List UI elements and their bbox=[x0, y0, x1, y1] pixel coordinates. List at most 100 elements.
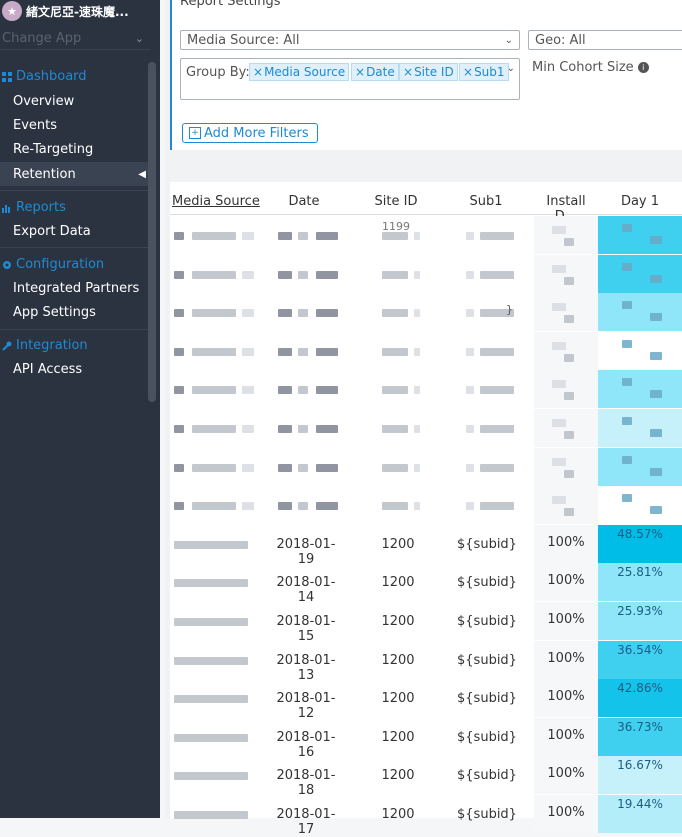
remove-chip-icon[interactable]: × bbox=[463, 65, 473, 79]
site-id-cell: 1200 bbox=[381, 729, 415, 745]
chevron-down-icon: ⌄ bbox=[504, 34, 513, 46]
date-cell: 2018-01-13 bbox=[276, 652, 336, 683]
redacted-text bbox=[316, 463, 338, 472]
group-by-select[interactable]: Group By: × Media Source × Date × Site ID ×… bbox=[180, 58, 520, 100]
geo-select[interactable]: Geo: All bbox=[528, 30, 682, 50]
day1-cell bbox=[598, 486, 682, 525]
site-id-cell: 1200 bbox=[381, 691, 415, 707]
section-reports-label: Reports bbox=[16, 199, 66, 215]
install-day-cell: 100% bbox=[534, 756, 598, 795]
sidebar-item-label: Export Data bbox=[13, 223, 91, 239]
table-row[interactable]: 2018-01-18 1200 ${subid} 100% 16.67% bbox=[170, 756, 682, 798]
remove-chip-icon[interactable]: × bbox=[355, 65, 365, 79]
column-header-sub1[interactable]: Sub1 bbox=[456, 194, 516, 209]
table-row-redacted[interactable] bbox=[170, 254, 682, 293]
sidebar-item-label: Overview bbox=[13, 93, 75, 109]
sidebar-item-label: Re-Targeting bbox=[13, 141, 94, 157]
redacted-text bbox=[242, 502, 254, 511]
redacted-text bbox=[650, 351, 662, 360]
redacted-text bbox=[414, 232, 420, 240]
column-header-day1[interactable]: Day 1 bbox=[598, 194, 682, 209]
column-header-date[interactable]: Date bbox=[274, 194, 334, 209]
site-id-cell: 1200 bbox=[381, 652, 415, 668]
redacted-text bbox=[192, 386, 236, 395]
table-row[interactable]: 2018-01-12 1200 ${subid} 100% 42.86% bbox=[170, 679, 682, 721]
table-row-redacted[interactable]: } bbox=[170, 293, 682, 332]
sub1-cell: ${subid} bbox=[457, 807, 517, 822]
redacted-text bbox=[174, 309, 184, 318]
table-row[interactable]: 2018-01-14 1200 ${subid} 100% 25.81% bbox=[170, 563, 682, 605]
redacted-text bbox=[382, 425, 408, 433]
column-header-site-id[interactable]: Site ID bbox=[366, 194, 426, 209]
redacted-text bbox=[174, 502, 184, 511]
change-app-dropdown[interactable]: Change App ⌄ bbox=[0, 28, 150, 50]
table-row[interactable]: 2018-01-13 1200 ${subid} 100% 36.54% bbox=[170, 640, 682, 683]
divider bbox=[0, 247, 150, 248]
sidebar-scrollbar[interactable] bbox=[148, 62, 156, 402]
table-row-redacted[interactable] bbox=[170, 331, 682, 370]
redacted-text bbox=[552, 380, 566, 389]
table-row-redacted[interactable] bbox=[170, 447, 682, 486]
sidebar-item-retargeting[interactable]: Re-Targeting bbox=[0, 137, 150, 161]
table-row-redacted[interactable] bbox=[170, 486, 682, 525]
date-cell: 2018-01-14 bbox=[276, 575, 336, 606]
redacted-text bbox=[466, 463, 474, 472]
app-avatar: ★ bbox=[2, 1, 22, 21]
sidebar-item-events[interactable]: Events bbox=[0, 113, 150, 137]
redacted-text bbox=[192, 425, 236, 433]
add-more-filters-button[interactable]: + Add More Filters bbox=[182, 123, 318, 143]
redacted-text bbox=[622, 494, 632, 503]
redacted-text bbox=[480, 232, 514, 240]
redacted-text bbox=[174, 425, 184, 433]
table-row-redacted[interactable] bbox=[170, 409, 682, 447]
sidebar-item-overview[interactable]: Overview bbox=[0, 89, 150, 113]
table-row-redacted[interactable] bbox=[170, 370, 682, 409]
redacted-text bbox=[552, 341, 566, 350]
redacted-text bbox=[242, 386, 254, 395]
group-by-chip[interactable]: × Site ID bbox=[399, 63, 458, 81]
install-day-cell: 100% bbox=[534, 640, 598, 679]
group-by-chip[interactable]: × Sub1 bbox=[459, 63, 509, 81]
dashboard-icon bbox=[2, 71, 12, 82]
redacted-text bbox=[480, 425, 514, 433]
day1-cell: 42.86% bbox=[598, 679, 682, 718]
sidebar-item-export-data[interactable]: Export Data bbox=[0, 219, 150, 243]
app-header[interactable]: ★ 緒文尼亞-速珠魔... bbox=[0, 0, 162, 22]
table-row[interactable]: 2018-01-16 1200 ${subid} 100% 36.73% bbox=[170, 717, 682, 760]
redacted-text bbox=[242, 232, 254, 240]
redacted-media-source bbox=[174, 656, 248, 665]
day1-cell bbox=[598, 331, 682, 370]
sub1-fragment: } bbox=[506, 303, 513, 317]
site-id-cell: 1200 bbox=[381, 807, 415, 822]
redacted-text bbox=[192, 232, 236, 240]
redacted-text bbox=[298, 270, 308, 279]
remove-chip-icon[interactable]: × bbox=[403, 65, 413, 79]
divider bbox=[0, 190, 150, 191]
group-by-chip[interactable]: × Media Source bbox=[249, 63, 350, 81]
install-day-cell bbox=[534, 293, 598, 332]
install-day-cell bbox=[534, 254, 598, 293]
remove-chip-icon[interactable]: × bbox=[253, 65, 263, 79]
media-source-select[interactable]: Media Source: All ⌄ bbox=[180, 30, 520, 50]
plus-icon: + bbox=[189, 127, 201, 139]
install-day-cell bbox=[534, 331, 598, 370]
table-row[interactable]: 2018-01-19 1200 ${subid} 100% 48.57% bbox=[170, 524, 682, 567]
install-day-cell: 100% bbox=[534, 679, 598, 718]
sidebar-item-retention[interactable]: Retention ◀ bbox=[0, 162, 150, 186]
column-header-media-source[interactable]: Media Source bbox=[172, 194, 262, 209]
info-icon[interactable]: i bbox=[637, 62, 649, 73]
sidebar-item-api-access[interactable]: API Access bbox=[0, 357, 150, 381]
table-row-redacted[interactable]: 1199 bbox=[170, 216, 682, 254]
sidebar-item-integrated-partners[interactable]: Integrated Partners bbox=[0, 276, 150, 300]
main-content: Report Settings Media Source: All ⌄ Geo:… bbox=[165, 0, 682, 837]
table-row[interactable]: 2018-01-15 1200 ${subid} 100% 25.93% bbox=[170, 602, 682, 644]
sidebar-item-app-settings[interactable]: App Settings bbox=[0, 300, 150, 324]
chip-label: Media Source bbox=[264, 65, 346, 79]
date-cell: 2018-01-17 bbox=[276, 807, 336, 837]
redacted-text bbox=[316, 232, 338, 240]
install-day-cell bbox=[534, 486, 598, 525]
day1-value: 25.81% bbox=[617, 565, 663, 580]
group-by-chip[interactable]: × Date bbox=[351, 63, 399, 81]
day1-cell bbox=[598, 254, 682, 293]
table-row[interactable]: 2018-01-17 1200 ${subid} 100% 19.44% bbox=[170, 795, 682, 837]
